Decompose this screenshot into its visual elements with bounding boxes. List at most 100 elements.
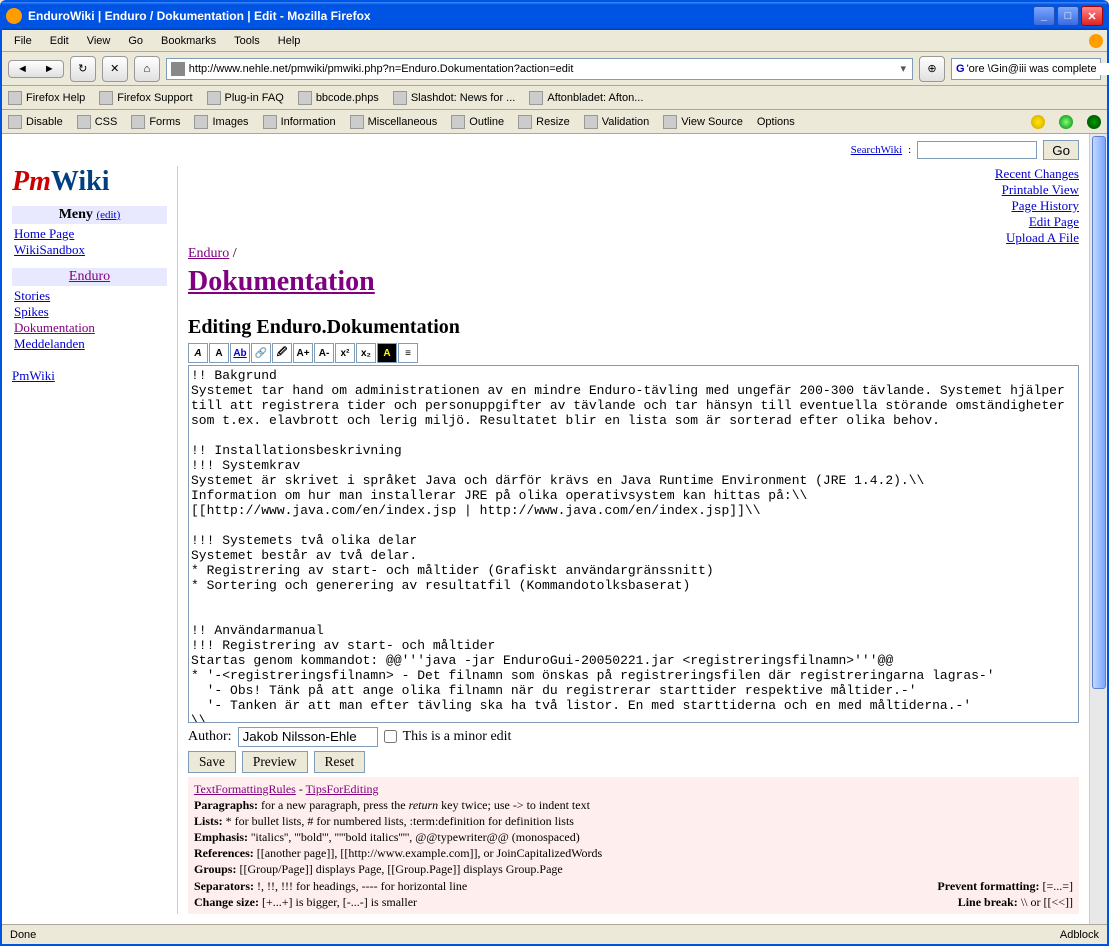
- maximize-button[interactable]: □: [1057, 6, 1079, 26]
- main-area: Recent Changes Printable View Page Histo…: [177, 166, 1079, 914]
- sidebar-item-dokumentation[interactable]: Dokumentation: [14, 320, 95, 335]
- bookmark-item[interactable]: Slashdot: News for ...: [393, 91, 516, 105]
- status-dot-icon: [1059, 115, 1073, 129]
- bookmark-item[interactable]: Firefox Help: [8, 91, 85, 105]
- dev-validation[interactable]: Validation: [584, 115, 650, 129]
- bookmark-item[interactable]: Firefox Support: [99, 91, 192, 105]
- sidebar-edit-link[interactable]: (edit): [96, 209, 120, 221]
- sidebar-item-stories[interactable]: Stories: [14, 288, 50, 303]
- dev-options[interactable]: Options: [757, 116, 795, 128]
- url-input[interactable]: [189, 63, 899, 75]
- link-textformattingrules[interactable]: TextFormattingRules: [194, 782, 296, 796]
- dev-images[interactable]: Images: [194, 115, 248, 129]
- menu-tools[interactable]: Tools: [226, 33, 268, 49]
- url-dropdown-icon[interactable]: ▾: [898, 62, 908, 75]
- disable-icon: [8, 115, 22, 129]
- tbtn-italic[interactable]: A: [188, 343, 208, 363]
- minor-edit-checkbox[interactable]: [384, 730, 397, 743]
- menu-edit[interactable]: Edit: [42, 33, 77, 49]
- link-page-history[interactable]: Page History: [188, 198, 1079, 214]
- status-text: Done: [10, 929, 36, 941]
- menu-bookmarks[interactable]: Bookmarks: [153, 33, 224, 49]
- resize-icon: [518, 115, 532, 129]
- adblock-indicator[interactable]: Adblock: [1060, 929, 1099, 941]
- dev-disable[interactable]: Disable: [8, 115, 63, 129]
- dev-viewsource[interactable]: View Source: [663, 115, 743, 129]
- dev-forms[interactable]: Forms: [131, 115, 180, 129]
- preview-button[interactable]: Preview: [242, 751, 308, 773]
- back-button[interactable]: ◄: [11, 63, 34, 75]
- close-button[interactable]: ✕: [1081, 6, 1103, 26]
- wiki-search-go[interactable]: Go: [1043, 140, 1079, 160]
- tbtn-smaller[interactable]: A-: [314, 343, 334, 363]
- menu-view[interactable]: View: [79, 33, 119, 49]
- window-title: EnduroWiki | Enduro / Dokumentation | Ed…: [28, 9, 1033, 23]
- page-title: Dokumentation: [188, 266, 1079, 298]
- tbtn-sub[interactable]: x₂: [356, 343, 376, 363]
- firefox-icon: [6, 8, 22, 24]
- link-tipsforediting[interactable]: TipsForEditing: [306, 782, 379, 796]
- wiki-search-input[interactable]: [917, 141, 1037, 159]
- info-icon: [263, 115, 277, 129]
- bookmarks-toolbar: Firefox Help Firefox Support Plug-in FAQ…: [2, 86, 1107, 110]
- tbtn-bigger[interactable]: A+: [293, 343, 313, 363]
- author-input[interactable]: [238, 727, 378, 747]
- link-recent-changes[interactable]: Recent Changes: [188, 166, 1079, 182]
- go-button[interactable]: ⊕: [919, 56, 945, 82]
- dev-css[interactable]: CSS: [77, 115, 118, 129]
- sidebar-item-spikes[interactable]: Spikes: [14, 304, 49, 319]
- home-button[interactable]: ⌂: [134, 56, 160, 82]
- tbtn-bold[interactable]: A: [209, 343, 229, 363]
- sidebar-item-pmwiki[interactable]: PmWiki: [12, 368, 55, 383]
- dev-information[interactable]: Information: [263, 115, 336, 129]
- tbtn-link[interactable]: 🔗: [251, 343, 271, 363]
- outline-icon: [451, 115, 465, 129]
- edit-heading: Editing Enduro.Dokumentation: [188, 316, 1079, 339]
- link-upload-file[interactable]: Upload A File: [188, 230, 1079, 246]
- reset-button[interactable]: Reset: [314, 751, 366, 773]
- tbtn-underline[interactable]: Ab: [230, 343, 250, 363]
- minimize-button[interactable]: _: [1033, 6, 1055, 26]
- breadcrumb-group[interactable]: Enduro: [188, 246, 229, 261]
- stop-button[interactable]: ✕: [102, 56, 128, 82]
- bookmark-item[interactable]: Plug-in FAQ: [207, 91, 284, 105]
- scrollbar-vertical[interactable]: [1089, 134, 1107, 924]
- tbtn-highlight[interactable]: A: [377, 343, 397, 363]
- url-bar[interactable]: ▾: [166, 58, 913, 80]
- menu-file[interactable]: File: [6, 33, 40, 49]
- sidebar-item-wikisandbox[interactable]: WikiSandbox: [14, 242, 85, 257]
- edit-textarea[interactable]: [188, 365, 1079, 723]
- validation-icon: [584, 115, 598, 129]
- reload-button[interactable]: ↻: [70, 56, 96, 82]
- browser-search[interactable]: G: [951, 58, 1101, 80]
- tbtn-sup[interactable]: x²: [335, 343, 355, 363]
- save-button[interactable]: Save: [188, 751, 236, 773]
- bookmark-item[interactable]: Aftonbladet: Afton...: [529, 91, 643, 105]
- menu-help[interactable]: Help: [270, 33, 309, 49]
- pmwiki-logo[interactable]: PmWiki: [12, 166, 167, 198]
- tbtn-signature[interactable]: 🖉: [272, 343, 292, 363]
- sidebar-item-meddelanden[interactable]: Meddelanden: [14, 336, 85, 351]
- menubar: File Edit View Go Bookmarks Tools Help: [2, 30, 1107, 52]
- dev-resize[interactable]: Resize: [518, 115, 570, 129]
- sidebar-enduro-header: Enduro: [12, 268, 167, 286]
- bookmark-icon: [99, 91, 113, 105]
- bookmark-icon: [529, 91, 543, 105]
- sidebar-item-homepage[interactable]: Home Page: [14, 226, 74, 241]
- menu-go[interactable]: Go: [120, 33, 151, 49]
- searchwiki-link[interactable]: SearchWiki: [851, 144, 902, 156]
- css-icon: [77, 115, 91, 129]
- throbber-icon: [1089, 34, 1103, 48]
- dev-outline[interactable]: Outline: [451, 115, 504, 129]
- sidebar: PmWiki Meny (edit) Home Page WikiSandbox…: [12, 166, 167, 914]
- forward-button[interactable]: ►: [38, 63, 61, 75]
- minor-edit-label: This is a minor edit: [403, 729, 512, 745]
- tbtn-center[interactable]: ≡: [398, 343, 418, 363]
- link-printable-view[interactable]: Printable View: [188, 182, 1079, 198]
- browser-search-input[interactable]: [967, 63, 1109, 75]
- bookmark-icon: [393, 91, 407, 105]
- bookmark-item[interactable]: bbcode.phps: [298, 91, 379, 105]
- link-edit-page[interactable]: Edit Page: [188, 214, 1079, 230]
- page-title-link[interactable]: Dokumentation: [188, 266, 375, 297]
- dev-misc[interactable]: Miscellaneous: [350, 115, 438, 129]
